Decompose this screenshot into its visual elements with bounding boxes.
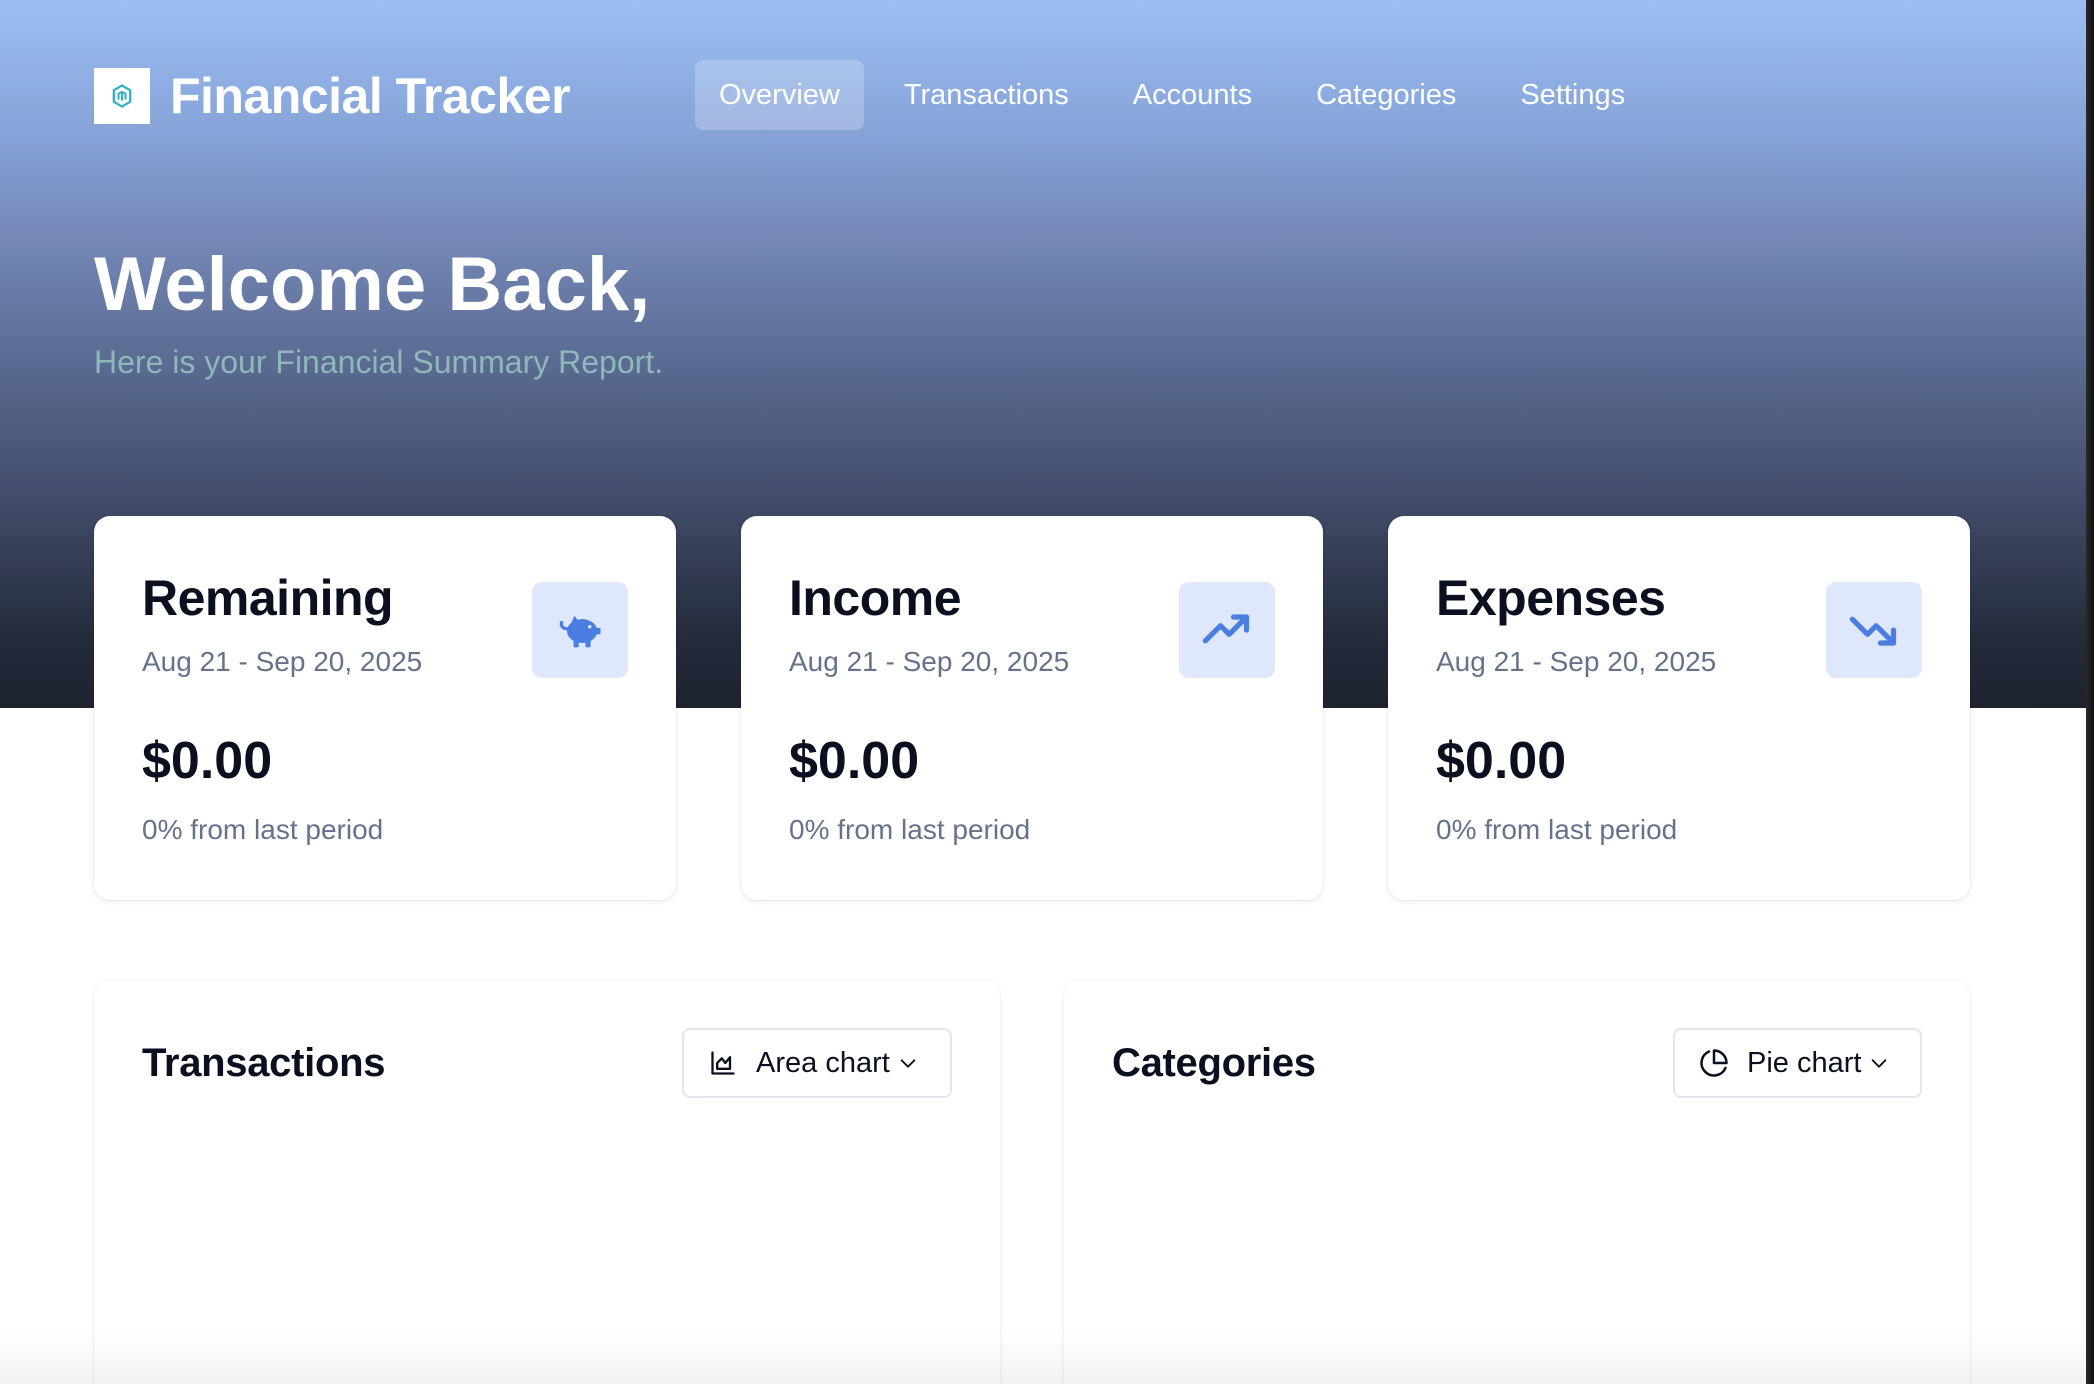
nav-item-overview[interactable]: Overview: [695, 60, 864, 130]
stat-card-remaining: Remaining Aug 21 - Sep 20, 2025 $0.00 0%…: [94, 516, 676, 900]
piggy-bank-icon: [559, 615, 601, 648]
chevron-down-icon: [1867, 1051, 1891, 1075]
categories-panel: Categories Pie chart: [1064, 980, 1970, 1384]
stat-icon-box: [1826, 582, 1922, 678]
stat-date-range: Aug 21 - Sep 20, 2025: [789, 646, 1070, 677]
stat-change: 0% from last period: [142, 814, 384, 845]
stat-date-range: Aug 21 - Sep 20, 2025: [1436, 646, 1717, 677]
stat-icon-box: [1179, 582, 1275, 678]
hexagon-logo-icon: [112, 84, 132, 108]
stat-amount: $0.00: [789, 732, 920, 790]
stat-title: Remaining: [142, 570, 394, 626]
chart-type-label: Pie chart: [1747, 1046, 1862, 1079]
nav-item-accounts[interactable]: Accounts: [1109, 60, 1276, 130]
welcome-heading: Welcome Back,: [94, 242, 651, 327]
stat-icon-box: [532, 582, 628, 678]
stat-change: 0% from last period: [789, 814, 1031, 845]
chart-type-label: Area chart: [756, 1046, 890, 1079]
stat-change: 0% from last period: [1436, 814, 1678, 845]
chart-type-select[interactable]: Pie chart: [1673, 1028, 1922, 1098]
stat-date-range: Aug 21 - Sep 20, 2025: [142, 646, 423, 677]
trending-up-icon: [1202, 614, 1250, 644]
panel-title: Transactions: [142, 1041, 386, 1085]
stat-amount: $0.00: [142, 732, 273, 790]
transactions-panel: Transactions Area chart: [94, 980, 1000, 1384]
trending-down-icon: [1849, 616, 1897, 646]
welcome-subtitle: Here is your Financial Summary Report.: [94, 344, 664, 380]
app-title: Financial Tracker: [170, 68, 571, 124]
stat-amount: $0.00: [1436, 732, 1567, 790]
main-nav: Overview Transactions Accounts Categorie…: [695, 60, 1665, 130]
nav-item-categories[interactable]: Categories: [1292, 60, 1480, 130]
stat-title: Income: [789, 570, 962, 626]
chevron-down-icon: [896, 1051, 920, 1075]
chart-type-select[interactable]: Area chart: [682, 1028, 952, 1098]
nav-item-settings[interactable]: Settings: [1496, 60, 1649, 130]
nav-item-transactions[interactable]: Transactions: [880, 60, 1093, 130]
stat-card-expenses: Expenses Aug 21 - Sep 20, 2025 $0.00 0% …: [1388, 516, 1970, 900]
panel-title: Categories: [1112, 1041, 1316, 1085]
window-edge: [2086, 0, 2094, 1384]
pie-chart-icon: [1699, 1048, 1729, 1078]
stat-card-income: Income Aug 21 - Sep 20, 2025 $0.00 0% fr…: [741, 516, 1323, 900]
area-chart-icon: [708, 1048, 738, 1078]
stat-title: Expenses: [1436, 570, 1666, 626]
dashboard-page: Financial Tracker Overview Transactions …: [0, 0, 2094, 1384]
app-logo[interactable]: [94, 68, 150, 124]
